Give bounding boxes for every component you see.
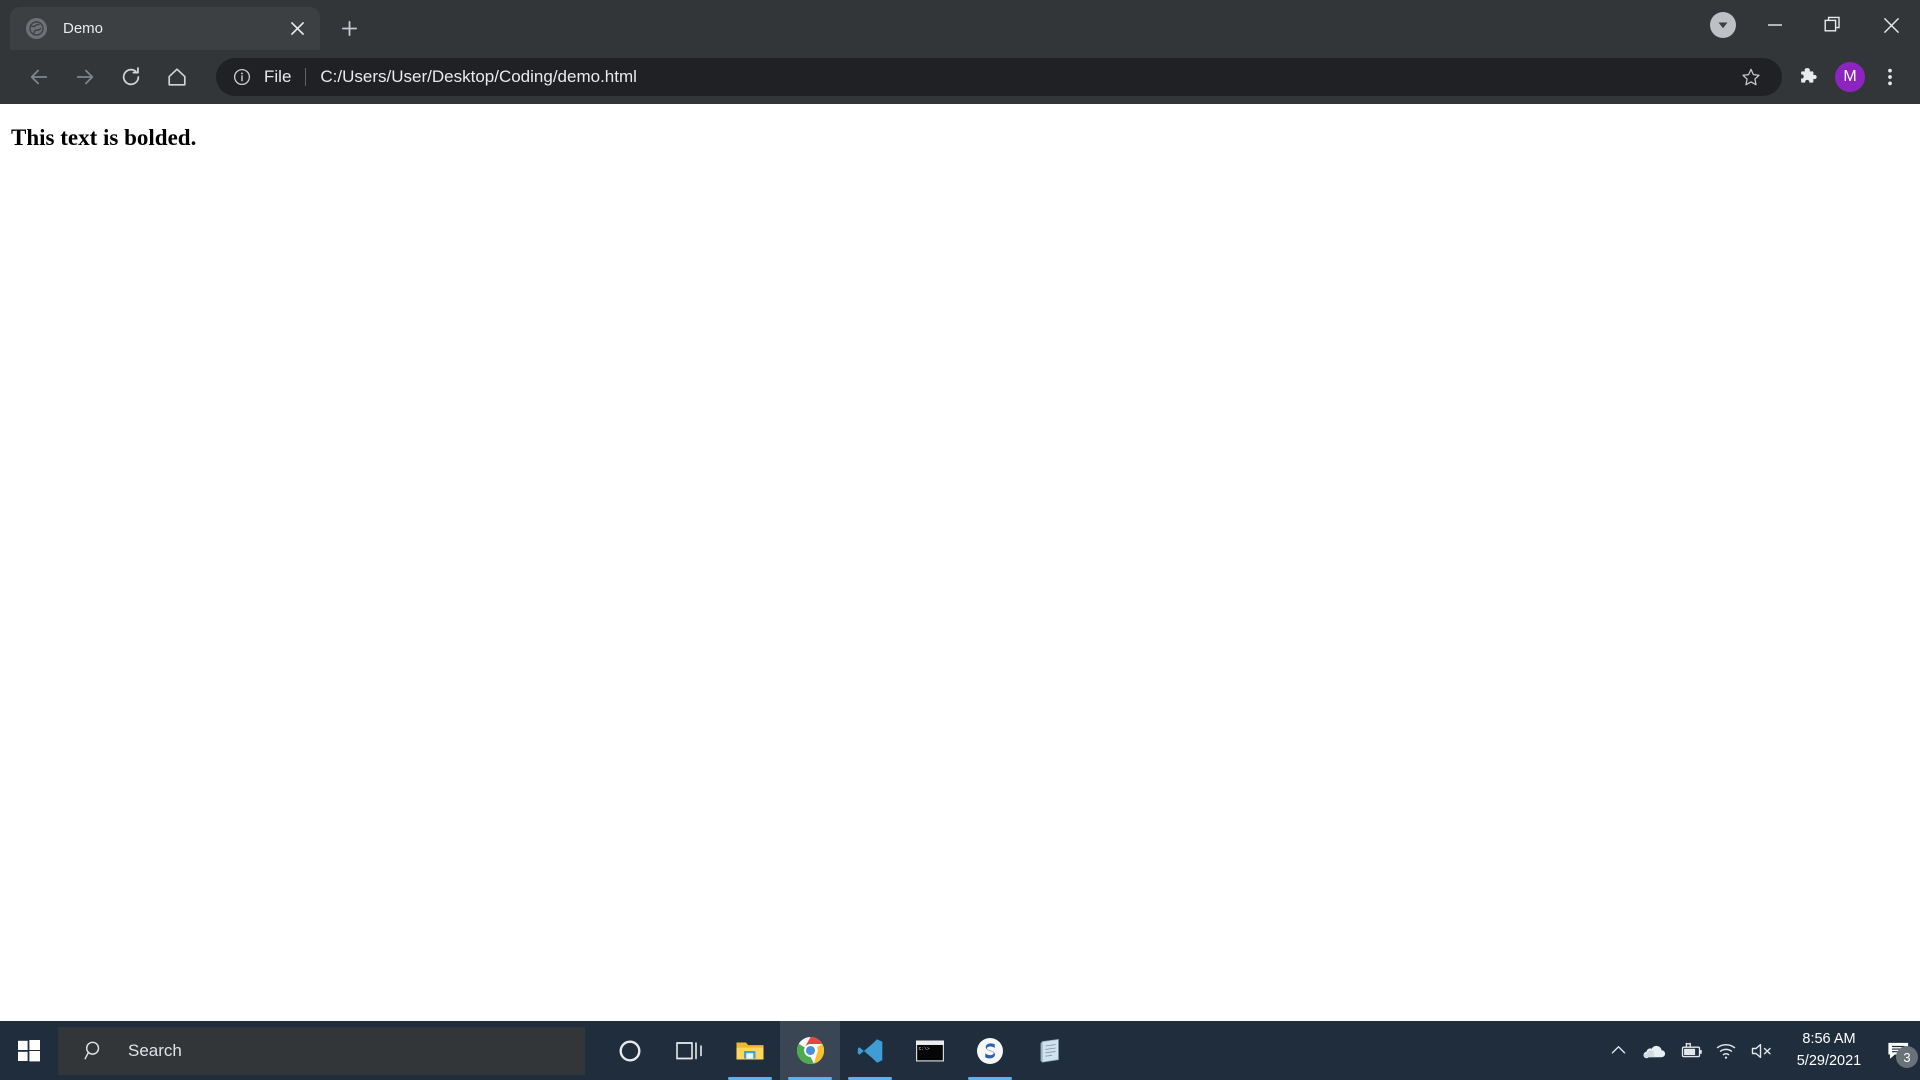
chrome-menu-button[interactable] bbox=[1870, 57, 1910, 97]
browser-toolbar: File C:/Users/User/Desktop/Coding/demo.h… bbox=[0, 50, 1920, 104]
globe-icon bbox=[26, 18, 47, 39]
new-tab-button[interactable] bbox=[332, 11, 366, 45]
search-input[interactable]: Search bbox=[128, 1041, 182, 1061]
volume-muted-icon[interactable] bbox=[1744, 1021, 1780, 1080]
taskbar-app-google-chrome[interactable] bbox=[780, 1021, 840, 1080]
info-circle-icon[interactable] bbox=[230, 65, 254, 89]
taskbar-app-file-explorer[interactable] bbox=[720, 1021, 780, 1080]
tab-strip: Demo bbox=[0, 0, 1920, 50]
maximize-button[interactable] bbox=[1804, 0, 1862, 50]
taskbar-apps: C:\> bbox=[600, 1021, 1080, 1080]
clock-time: 8:56 AM bbox=[1802, 1031, 1856, 1048]
extensions-button[interactable] bbox=[1790, 57, 1830, 97]
close-tab-icon[interactable] bbox=[284, 16, 310, 42]
url-scheme-label: File bbox=[264, 67, 292, 86]
notification-badge: 3 bbox=[1896, 1046, 1918, 1068]
download-button[interactable] bbox=[1700, 0, 1746, 50]
home-button[interactable] bbox=[158, 58, 196, 96]
address-bar[interactable]: File C:/Users/User/Desktop/Coding/demo.h… bbox=[216, 58, 1782, 96]
page-viewport: This text is bolded. bbox=[0, 104, 1920, 1021]
browser-tab[interactable]: Demo bbox=[10, 7, 320, 50]
avatar-initial: M bbox=[1843, 68, 1857, 85]
bookmark-star-icon[interactable] bbox=[1734, 60, 1768, 94]
system-tray: 8:56 AM 5/29/2021 3 bbox=[1600, 1021, 1920, 1080]
profile-avatar[interactable]: M bbox=[1830, 57, 1870, 97]
search-icon bbox=[84, 1040, 105, 1061]
show-hidden-icons-chevron-icon[interactable] bbox=[1600, 1021, 1636, 1080]
minimize-button[interactable] bbox=[1746, 0, 1804, 50]
taskbar-clock[interactable]: 8:56 AM 5/29/2021 bbox=[1780, 1029, 1876, 1071]
onedrive-cloud-icon[interactable] bbox=[1636, 1021, 1672, 1080]
taskbar-app-vs-code[interactable] bbox=[840, 1021, 900, 1080]
reload-button[interactable] bbox=[112, 58, 150, 96]
page-body-text: This text is bolded. bbox=[11, 125, 197, 150]
windows-taskbar: Search C:\> 8:56 AM 5/29/2021 3 bbox=[0, 1021, 1920, 1080]
taskbar-app-command-prompt[interactable]: C:\> bbox=[900, 1021, 960, 1080]
wifi-icon[interactable] bbox=[1708, 1021, 1744, 1080]
download-circle-icon bbox=[1710, 12, 1736, 38]
taskbar-app-sublime-text[interactable] bbox=[960, 1021, 1020, 1080]
svg-text:C:\>: C:\> bbox=[919, 1046, 930, 1052]
chrome-window: Demo File C:/Users/User/Desktop/Coding/d… bbox=[0, 0, 1920, 1021]
tab-title: Demo bbox=[63, 20, 104, 37]
taskbar-app-task-view[interactable] bbox=[660, 1021, 720, 1080]
avatar: M bbox=[1835, 62, 1865, 92]
close-window-button[interactable] bbox=[1862, 0, 1920, 50]
start-button[interactable] bbox=[0, 1021, 58, 1080]
back-button[interactable] bbox=[20, 58, 58, 96]
taskbar-search[interactable]: Search bbox=[58, 1026, 585, 1075]
screen: Demo File C:/Users/User/Desktop/Coding/d… bbox=[0, 0, 1920, 1080]
forward-button[interactable] bbox=[66, 58, 104, 96]
taskbar-app-notepad[interactable] bbox=[1020, 1021, 1080, 1080]
notification-center-button[interactable]: 3 bbox=[1876, 1021, 1920, 1080]
clock-date: 5/29/2021 bbox=[1796, 1052, 1862, 1069]
omnibox-divider bbox=[305, 68, 307, 86]
url-text[interactable]: C:/Users/User/Desktop/Coding/demo.html bbox=[320, 67, 637, 87]
taskbar-app-cortana[interactable] bbox=[600, 1021, 660, 1080]
battery-charging-icon[interactable] bbox=[1672, 1021, 1708, 1080]
window-controls bbox=[1700, 0, 1920, 50]
